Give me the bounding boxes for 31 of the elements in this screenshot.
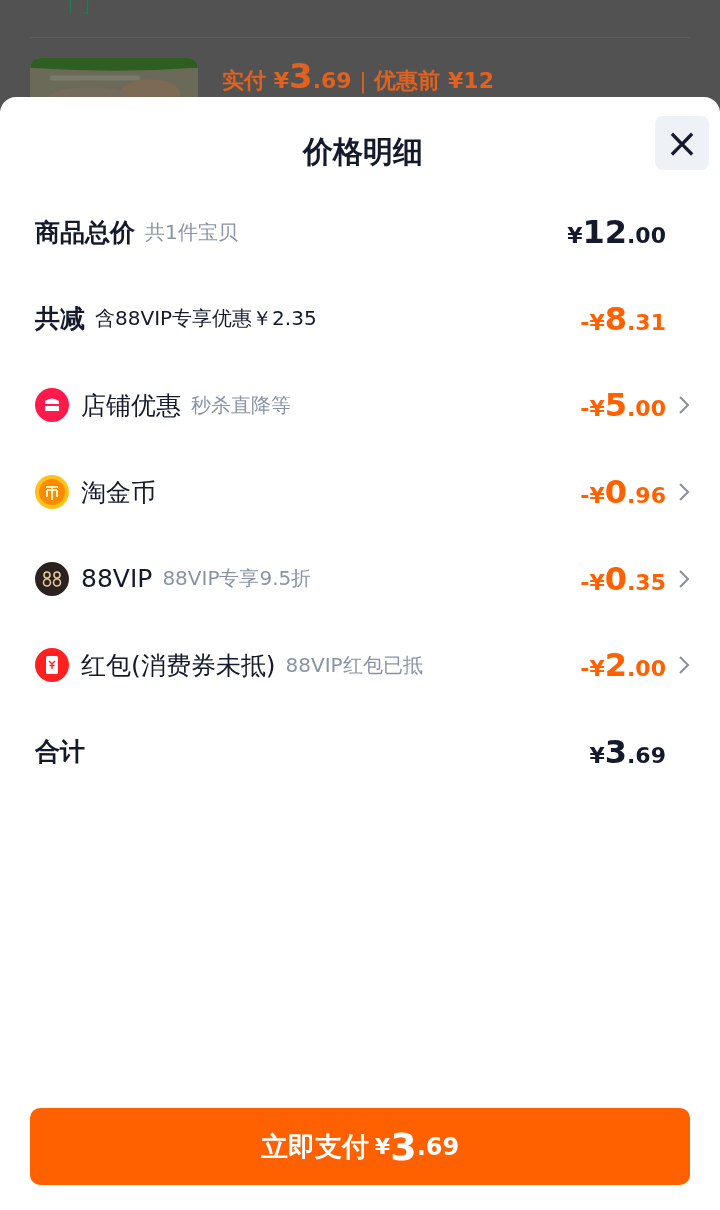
row-label: 淘金币 [81,476,156,509]
row-amount: -¥8.31 [580,299,666,338]
chevron-right-icon[interactable] [678,482,690,503]
close-button[interactable]: × [655,116,709,170]
row-amount: -¥5.00 [580,386,666,425]
row-amount: -¥0.96 [580,473,666,512]
bracket-icon [68,0,90,14]
vip-icon [35,561,69,596]
sheet-title: 价格明细 [302,132,423,171]
row-label: 店铺优惠 [81,390,181,422]
chevron-right-icon[interactable] [678,568,690,589]
chevron-right-icon[interactable] [678,395,690,416]
row-note: 88VIP专享9.5折 [162,565,312,593]
row-note: 秒杀直降等 [191,392,291,419]
coin-icon [35,475,69,510]
row-note: 88VIP红包已抵 [285,651,423,679]
row-label: 88VIP [81,564,153,594]
row-amount: ¥12.00 [567,213,666,252]
row-amount: -¥2.00 [580,646,666,685]
chevron-right-icon[interactable] [678,655,690,676]
row-amount: -¥0.35 [580,559,666,598]
row-label: 共减 [35,303,85,336]
row-label: 合计 [35,736,85,769]
row-label: 商品总价 [35,216,135,249]
row-amount: ¥3.69 [589,732,666,771]
envelope-icon [35,648,69,683]
row-label: 红包(消费券未抵) [81,649,276,682]
price-summary: 实付 ¥3.69 | 优惠前 ¥12 [222,60,494,97]
row-note: 共1件宝贝 [145,218,238,246]
shop-icon [35,388,69,423]
row-note: 含88VIP专享优惠￥2.35 [95,305,317,333]
